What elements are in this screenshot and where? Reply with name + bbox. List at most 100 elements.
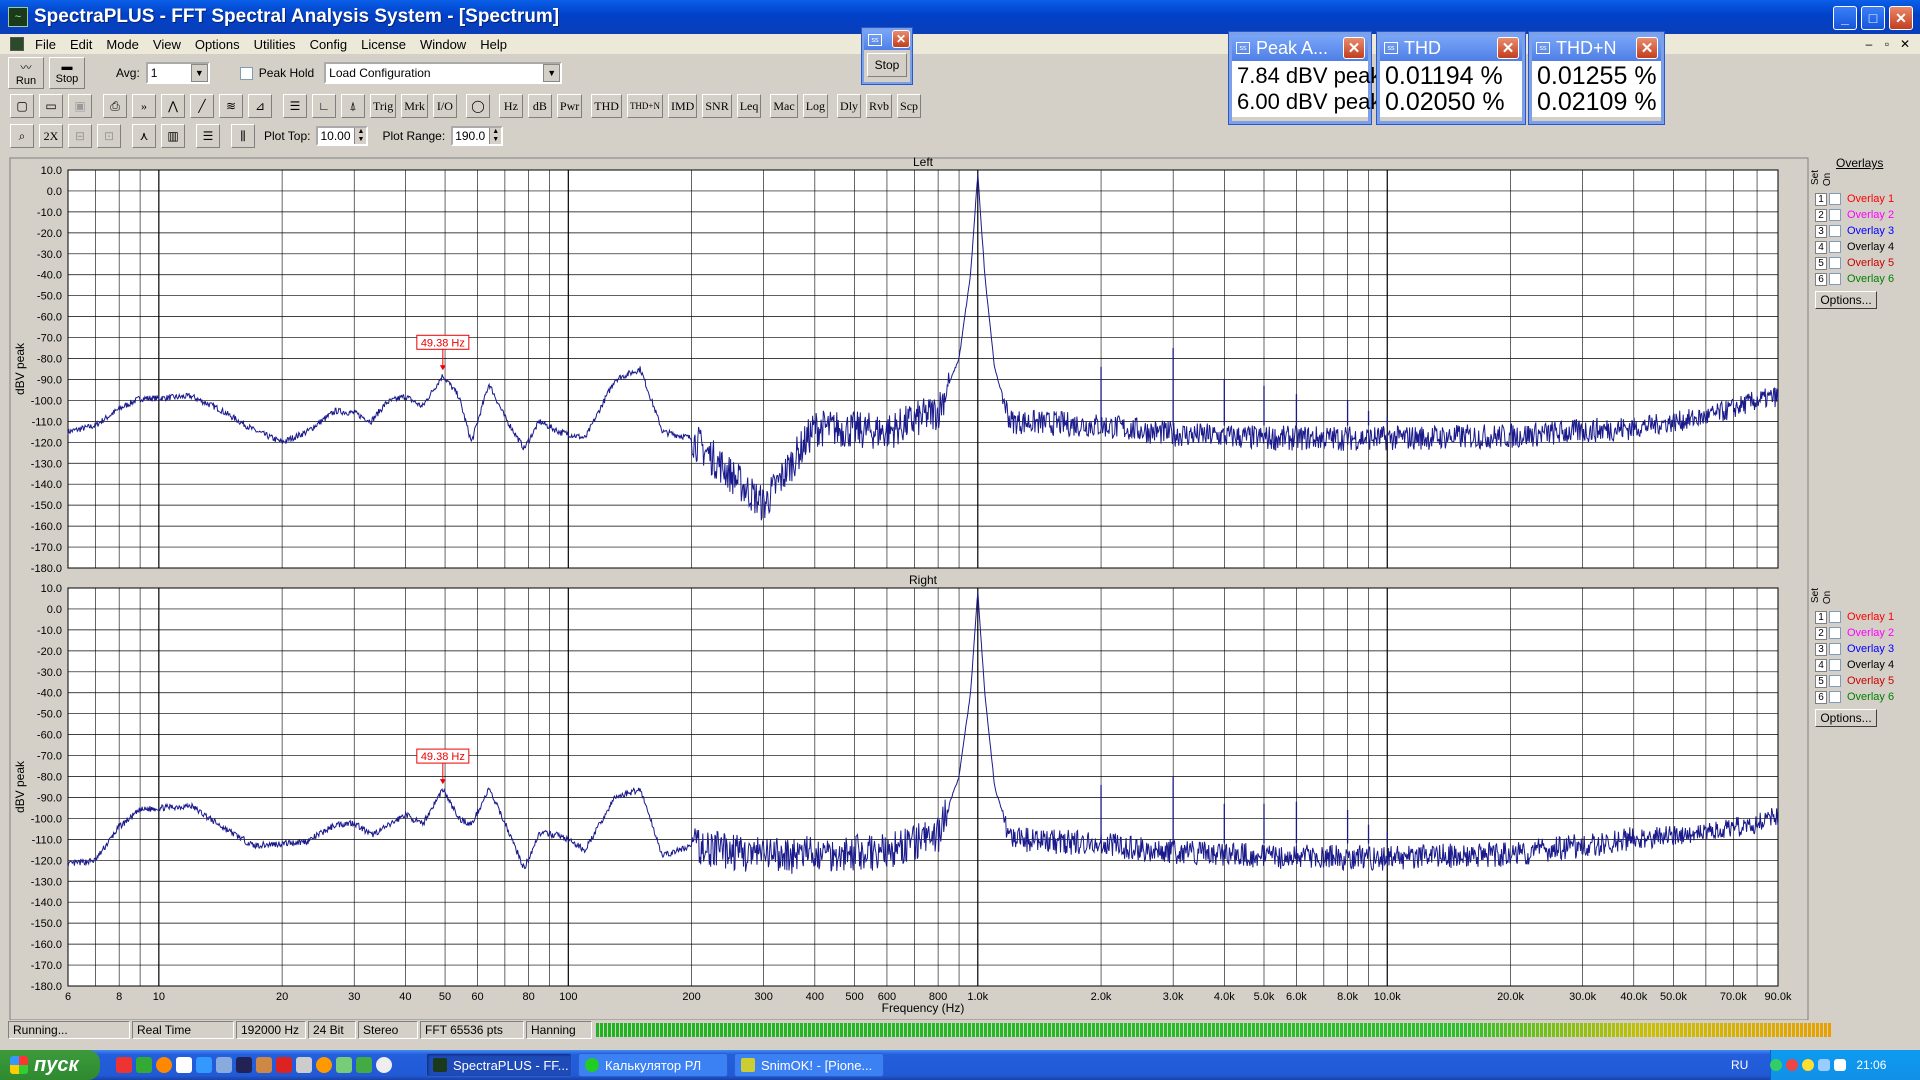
menu-window[interactable]: Window [413, 37, 473, 52]
overlay-set-button[interactable]: 2 [1815, 208, 1827, 222]
save-icon[interactable]: ▣ [68, 94, 92, 118]
overlay-set-button[interactable]: 5 [1815, 256, 1827, 270]
waterfall-icon[interactable]: ≋ [219, 94, 243, 118]
line-graph-icon[interactable]: ⋏ [132, 124, 156, 148]
plot-top-input[interactable]: 10.00 ▲ ▼ [316, 126, 369, 146]
task-spectraplus[interactable]: SpectraPLUS - FF... [426, 1053, 572, 1077]
thdn-button[interactable]: THD+N [626, 94, 664, 118]
snr-button[interactable]: SNR [702, 94, 732, 118]
overlay-checkbox[interactable] [1829, 193, 1841, 205]
overlay-checkbox[interactable] [1829, 209, 1841, 221]
quicklaunch-app-icon[interactable] [356, 1057, 372, 1073]
avg-select[interactable]: 1 ▼ [145, 62, 210, 84]
overlay-set-button[interactable]: 2 [1815, 626, 1827, 640]
task-calculator[interactable]: Калькулятор РЛ [578, 1053, 728, 1077]
tray-icon[interactable] [1786, 1059, 1799, 1071]
quicklaunch-app-icon[interactable] [216, 1057, 232, 1073]
filezilla-icon[interactable] [276, 1057, 292, 1073]
document-icon[interactable] [10, 37, 24, 51]
close-icon[interactable]: ✕ [892, 30, 910, 48]
close-icon[interactable]: ✕ [1636, 37, 1658, 59]
menu-file[interactable]: File [28, 37, 63, 52]
menu-view[interactable]: View [146, 37, 188, 52]
overlay-checkbox[interactable] [1829, 659, 1841, 671]
overlay-checkbox[interactable] [1829, 643, 1841, 655]
pwr-button[interactable]: Pwr [556, 94, 583, 118]
overlay-checkbox[interactable] [1829, 691, 1841, 703]
zoom-2x-icon[interactable]: 2X [39, 124, 63, 148]
load-configuration-select[interactable]: Load Configuration ▼ [324, 62, 563, 84]
overlay-set-button[interactable]: 5 [1815, 674, 1827, 688]
dly-button[interactable]: Dly [837, 94, 862, 118]
run-button[interactable]: 〰 Run [8, 57, 44, 89]
peak-hold-checkbox[interactable] [239, 66, 253, 80]
mac-button[interactable]: Mac [770, 94, 798, 118]
overlay-set-button[interactable]: 4 [1815, 240, 1827, 254]
volume-icon[interactable] [1834, 1059, 1847, 1071]
overlay-checkbox[interactable] [1829, 611, 1841, 623]
zoom-icon[interactable]: ⌕ [10, 124, 34, 148]
stop-button-small[interactable]: Stop [867, 53, 907, 77]
quicklaunch-app-icon[interactable] [336, 1057, 352, 1073]
bar-graph-icon[interactable]: ▥ [161, 124, 185, 148]
ramp-icon[interactable]: ╱ [190, 94, 214, 118]
minimize-button[interactable]: _ [1833, 6, 1857, 30]
overlay-checkbox[interactable] [1829, 675, 1841, 687]
menu-help[interactable]: Help [473, 37, 514, 52]
spinner-icon[interactable]: ▲ ▼ [489, 128, 502, 144]
menu-license[interactable]: License [354, 37, 413, 52]
scp-button[interactable]: Scp [897, 94, 922, 118]
firefox-icon[interactable] [156, 1057, 172, 1073]
mdi-close-icon[interactable]: ✕ [1898, 37, 1912, 51]
menu-config[interactable]: Config [303, 37, 355, 52]
close-button[interactable]: ✕ [1889, 6, 1913, 30]
quicklaunch-app-icon[interactable] [296, 1057, 312, 1073]
overlay-checkbox[interactable] [1829, 241, 1841, 253]
tray-icon[interactable] [1802, 1059, 1815, 1071]
zoom-reset-icon[interactable]: ⊡ [97, 124, 121, 148]
mdi-restore-icon[interactable]: ▫ [1880, 37, 1894, 51]
overlay-set-button[interactable]: 4 [1815, 658, 1827, 672]
scope-icon[interactable]: ⍋ [341, 94, 365, 118]
close-icon[interactable]: ✕ [1343, 37, 1365, 59]
network-icon[interactable] [1818, 1059, 1831, 1071]
overlay-set-button[interactable]: 1 [1815, 610, 1827, 624]
print-icon[interactable]: ⎙ [103, 94, 127, 118]
open-icon[interactable]: ▭ [39, 94, 63, 118]
new-icon[interactable]: ▢ [10, 94, 34, 118]
menu-options[interactable]: Options [188, 37, 247, 52]
overlay-options-button[interactable]: Options... [1815, 291, 1877, 309]
monitor-icon[interactable] [236, 1057, 252, 1073]
overlay-checkbox[interactable] [1829, 273, 1841, 285]
overlay-checkbox[interactable] [1829, 257, 1841, 269]
imd-button[interactable]: IMD [668, 94, 698, 118]
start-button[interactable]: пуск [0, 1050, 100, 1080]
overlay-set-button[interactable]: 3 [1815, 642, 1827, 656]
spinner-icon[interactable]: ▲ ▼ [354, 128, 367, 144]
menu-mode[interactable]: Mode [99, 37, 146, 52]
tray-icon[interactable] [1770, 1059, 1783, 1071]
io-button[interactable]: I/O [432, 94, 457, 118]
refresh-icon[interactable] [196, 1057, 212, 1073]
trig-button[interactable]: Trig [370, 94, 397, 118]
hz-button[interactable]: Hz [498, 94, 523, 118]
overlay-options-button[interactable]: Options... [1815, 709, 1877, 727]
log-button[interactable]: Log [802, 94, 829, 118]
language-indicator[interactable]: RU [1731, 1058, 1748, 1072]
quicklaunch-app-icon[interactable] [376, 1057, 392, 1073]
axis-icon[interactable]: ∟ [312, 94, 336, 118]
menu-utilities[interactable]: Utilities [247, 37, 303, 52]
sweep-icon[interactable]: ⋀ [161, 94, 185, 118]
leq-button[interactable]: Leq [736, 94, 762, 118]
thd-button[interactable]: THD [591, 94, 622, 118]
3d-icon[interactable]: ⊿ [248, 94, 272, 118]
cursor-icon[interactable]: ⫼ [231, 124, 255, 148]
menu-edit[interactable]: Edit [63, 37, 99, 52]
spectrum-plots[interactable]: 10.00.0-10.0-20.0-30.0-40.0-50.0-60.0-70… [0, 152, 1920, 1020]
rvb-button[interactable]: Rvb [866, 94, 893, 118]
quicklaunch-app-icon[interactable] [136, 1057, 152, 1073]
overlay-set-button[interactable]: 1 [1815, 192, 1827, 206]
quicklaunch-app-icon[interactable] [316, 1057, 332, 1073]
plot-range-input[interactable]: 190.0 ▲ ▼ [451, 126, 504, 146]
overlay-checkbox[interactable] [1829, 225, 1841, 237]
